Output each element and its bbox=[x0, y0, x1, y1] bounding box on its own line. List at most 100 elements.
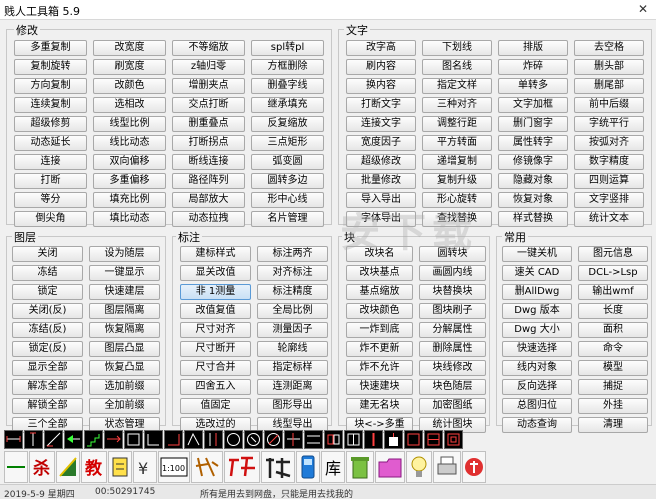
text-button-33[interactable]: 形心旋转 bbox=[422, 192, 492, 208]
dimension-button-16[interactable]: 值固定 bbox=[180, 398, 251, 414]
modify-button-38[interactable]: 动态拉拽 bbox=[172, 211, 245, 227]
red-calligraphy-icon[interactable] bbox=[224, 451, 260, 483]
modify-button-19[interactable]: 反复缩放 bbox=[251, 116, 324, 132]
layer-button-2[interactable]: 冻结 bbox=[12, 265, 83, 281]
layer-button-3[interactable]: 一键显示 bbox=[89, 265, 160, 281]
text-button-12[interactable]: 打断文字 bbox=[346, 97, 416, 113]
layer-button-7[interactable]: 图层隔离 bbox=[89, 303, 160, 319]
modify-button-30[interactable]: 路径阵列 bbox=[172, 173, 245, 189]
modify-button-20[interactable]: 动态延长 bbox=[14, 135, 87, 151]
dark-calligraphy-icon[interactable] bbox=[261, 451, 295, 483]
dimension-button-9[interactable]: 测量因子 bbox=[257, 322, 328, 338]
dash-line-icon[interactable] bbox=[4, 451, 28, 483]
rect-outline-icon[interactable] bbox=[444, 430, 463, 449]
modify-button-22[interactable]: 打断拐点 bbox=[172, 135, 245, 151]
modify-button-28[interactable]: 打断 bbox=[14, 173, 87, 189]
block-button-17[interactable]: 加密图纸 bbox=[419, 398, 486, 414]
text-button-2[interactable]: 排版 bbox=[498, 40, 568, 56]
layer-button-15[interactable]: 选加前缀 bbox=[89, 379, 160, 395]
dim-cross-icon[interactable] bbox=[284, 430, 303, 449]
layer-button-14[interactable]: 解冻全部 bbox=[12, 379, 83, 395]
phone-icon[interactable] bbox=[296, 451, 320, 483]
block-button-0[interactable]: 改块名 bbox=[346, 246, 413, 262]
modify-button-15[interactable]: 继承填充 bbox=[251, 97, 324, 113]
text-button-20[interactable]: 宽度因子 bbox=[346, 135, 416, 151]
text-button-17[interactable]: 调整行距 bbox=[422, 116, 492, 132]
modify-button-33[interactable]: 填充比例 bbox=[93, 192, 166, 208]
text-button-36[interactable]: 字体导出 bbox=[346, 211, 416, 227]
dimension-button-3[interactable]: 对齐标注 bbox=[257, 265, 328, 281]
dim-corner-icon[interactable] bbox=[144, 430, 163, 449]
text-button-34[interactable]: 恢复对象 bbox=[498, 192, 568, 208]
modify-button-8[interactable]: 方向复制 bbox=[14, 78, 87, 94]
dim-white-block-icon[interactable] bbox=[384, 430, 403, 449]
modify-button-26[interactable]: 断线连接 bbox=[172, 154, 245, 170]
text-button-3[interactable]: 去空格 bbox=[574, 40, 644, 56]
common-button-7[interactable]: 长度 bbox=[578, 303, 648, 319]
common-button-13[interactable]: 模型 bbox=[578, 360, 648, 376]
text-button-37[interactable]: 查找替换 bbox=[422, 211, 492, 227]
rect-red-icon[interactable] bbox=[404, 430, 423, 449]
text-button-11[interactable]: 删尾部 bbox=[574, 78, 644, 94]
dimension-button-15[interactable]: 连测距离 bbox=[257, 379, 328, 395]
text-button-14[interactable]: 文字加框 bbox=[498, 97, 568, 113]
seal-icon[interactable] bbox=[462, 451, 486, 483]
text-button-21[interactable]: 平方转面 bbox=[422, 135, 492, 151]
modify-button-14[interactable]: 交点打断 bbox=[172, 97, 245, 113]
arrow-mix-icon[interactable] bbox=[104, 430, 123, 449]
layer-button-13[interactable]: 恢复凸显 bbox=[89, 360, 160, 376]
circle-slash-icon[interactable] bbox=[264, 430, 283, 449]
modify-button-10[interactable]: 增删夹点 bbox=[172, 78, 245, 94]
text-button-24[interactable]: 超级修改 bbox=[346, 154, 416, 170]
text-button-0[interactable]: 改字高 bbox=[346, 40, 416, 56]
text-button-35[interactable]: 文字竖排 bbox=[574, 192, 644, 208]
dimension-button-0[interactable]: 建标样式 bbox=[180, 246, 251, 262]
text-button-16[interactable]: 连接文字 bbox=[346, 116, 416, 132]
dim-red-icon[interactable] bbox=[364, 430, 383, 449]
modify-button-9[interactable]: 改颜色 bbox=[93, 78, 166, 94]
modify-button-18[interactable]: 删重叠点 bbox=[172, 116, 245, 132]
dimension-button-1[interactable]: 标注两齐 bbox=[257, 246, 328, 262]
common-button-18[interactable]: 动态查询 bbox=[502, 417, 572, 433]
modify-button-39[interactable]: 名片管理 bbox=[251, 211, 324, 227]
folder-icon[interactable] bbox=[375, 451, 405, 483]
layer-button-11[interactable]: 图层凸显 bbox=[89, 341, 160, 357]
common-button-17[interactable]: 外挂 bbox=[578, 398, 648, 414]
modify-button-36[interactable]: 倒尖角 bbox=[14, 211, 87, 227]
dim-box-icon[interactable] bbox=[124, 430, 143, 449]
dim-flip-icon[interactable] bbox=[184, 430, 203, 449]
common-button-0[interactable]: 一键关机 bbox=[502, 246, 572, 262]
block-button-6[interactable]: 改块颜色 bbox=[346, 303, 413, 319]
dim-v-icon[interactable] bbox=[24, 430, 43, 449]
modify-button-2[interactable]: 不等缩放 bbox=[172, 40, 245, 56]
text-button-23[interactable]: 按弧对齐 bbox=[574, 135, 644, 151]
dimension-button-13[interactable]: 指定标样 bbox=[257, 360, 328, 376]
text-button-1[interactable]: 下划线 bbox=[422, 40, 492, 56]
dimension-button-10[interactable]: 尺寸断开 bbox=[180, 341, 251, 357]
close-icon[interactable]: ✕ bbox=[634, 0, 652, 18]
block-button-7[interactable]: 图块刷子 bbox=[419, 303, 486, 319]
text-button-5[interactable]: 图名线 bbox=[422, 59, 492, 75]
kill-icon[interactable]: 杀 bbox=[29, 451, 55, 483]
text-button-32[interactable]: 导入导出 bbox=[346, 192, 416, 208]
common-button-6[interactable]: Dwg 版本 bbox=[502, 303, 572, 319]
modify-button-5[interactable]: 刷宽度 bbox=[93, 59, 166, 75]
block-button-4[interactable]: 基点缩放 bbox=[346, 284, 413, 300]
common-button-10[interactable]: 快速选择 bbox=[502, 341, 572, 357]
text-button-38[interactable]: 样式替换 bbox=[498, 211, 568, 227]
modify-button-0[interactable]: 多重复制 bbox=[14, 40, 87, 56]
modify-button-32[interactable]: 等分 bbox=[14, 192, 87, 208]
text-button-29[interactable]: 复制升级 bbox=[422, 173, 492, 189]
dimension-button-7[interactable]: 全局比例 bbox=[257, 303, 328, 319]
common-button-14[interactable]: 反向选择 bbox=[502, 379, 572, 395]
recycle-icon[interactable] bbox=[346, 451, 374, 483]
currency-icon[interactable]: ¥ bbox=[133, 451, 157, 483]
text-button-8[interactable]: 换内容 bbox=[346, 78, 416, 94]
modify-button-16[interactable]: 超级修剪 bbox=[14, 116, 87, 132]
dim-slant-icon[interactable] bbox=[44, 430, 63, 449]
calligraphy-icon[interactable] bbox=[191, 451, 223, 483]
block-button-16[interactable]: 建无名块 bbox=[346, 398, 413, 414]
arrow-left-icon[interactable] bbox=[64, 430, 83, 449]
dimension-button-14[interactable]: 四舍五入 bbox=[180, 379, 251, 395]
common-button-1[interactable]: 图元信息 bbox=[578, 246, 648, 262]
